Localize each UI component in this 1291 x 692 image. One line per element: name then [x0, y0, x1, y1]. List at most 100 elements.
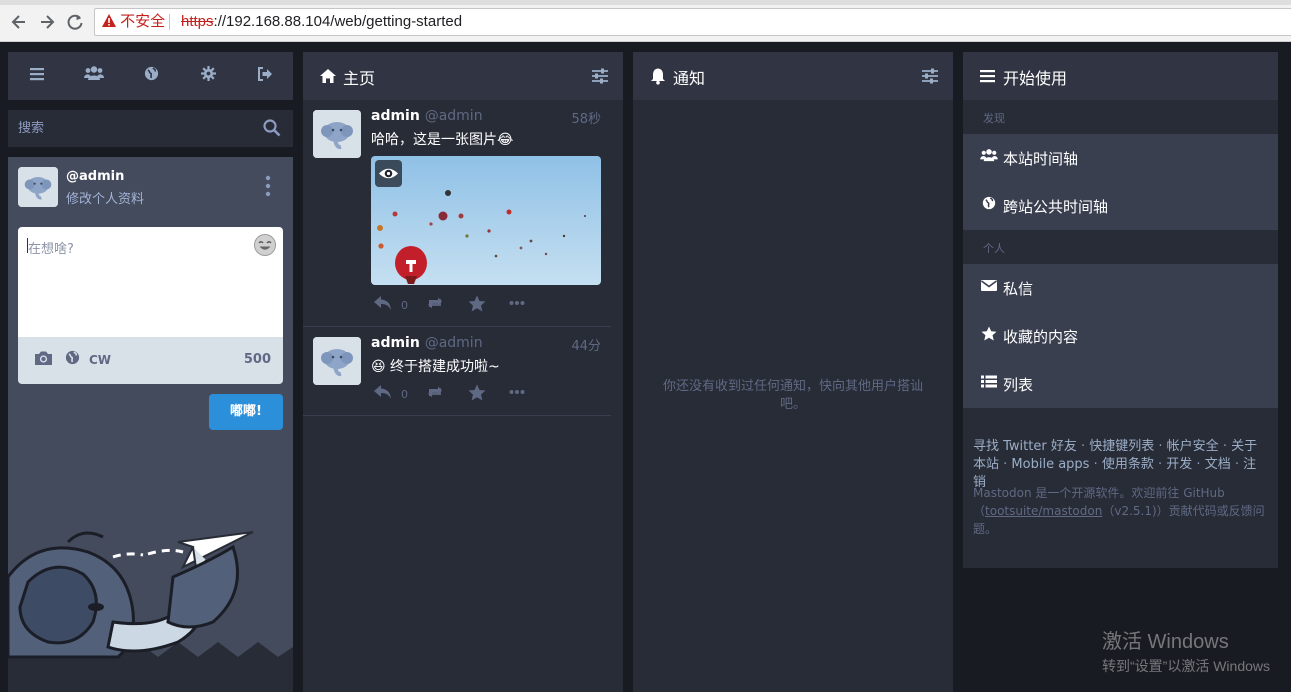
- reply-button[interactable]: 0: [373, 384, 408, 404]
- account-handle[interactable]: @admin: [66, 169, 124, 184]
- federated-timeline-link[interactable]: 跨站公共时间轴: [963, 182, 1278, 230]
- compose-toolbar: CW 500: [18, 337, 283, 384]
- avatar[interactable]: [18, 167, 58, 207]
- current-account: @admin 修改个人资料: [18, 167, 283, 209]
- forward-button[interactable]: [36, 11, 58, 33]
- notifications-header[interactable]: 通知: [633, 52, 953, 100]
- avatar[interactable]: [313, 337, 361, 385]
- home-icon: [320, 69, 336, 83]
- local-timeline-label: 本站时间轴: [1003, 150, 1079, 168]
- camera-icon[interactable]: [33, 350, 53, 370]
- account-security-link[interactable]: 帐户安全: [1167, 439, 1219, 454]
- ellipsis-icon: [509, 390, 525, 394]
- retweet-icon: [428, 386, 442, 398]
- section-personal-label: 个人: [983, 242, 1005, 255]
- status-time[interactable]: 44分: [571, 335, 601, 354]
- status-actions: 0: [371, 295, 611, 315]
- section-discover-label: 发现: [983, 112, 1005, 125]
- section-discover: 发现: [963, 100, 1278, 134]
- tab-strip: [0, 0, 1291, 5]
- globe-icon[interactable]: [62, 350, 82, 370]
- url-scheme: https: [181, 13, 214, 30]
- content-warning-button[interactable]: CW: [89, 353, 111, 367]
- docs-link[interactable]: 文档: [1205, 457, 1231, 472]
- lists-label: 列表: [1003, 376, 1034, 394]
- reply-count: 0: [401, 388, 408, 401]
- compose-placeholder: 在想啥?: [28, 242, 74, 257]
- status-item[interactable]: admin @admin 44分 😆 终于搭建成功啦~ 0: [303, 327, 611, 416]
- section-personal: 个人: [963, 230, 1278, 264]
- getting-started-header: 开始使用: [963, 52, 1278, 100]
- search-input[interactable]: [8, 110, 258, 147]
- back-button[interactable]: [8, 11, 30, 33]
- sign-out-icon[interactable]: [253, 65, 277, 87]
- github-repo-link[interactable]: tootsuite/mastodon: [985, 504, 1102, 518]
- display-name: admin: [371, 335, 420, 351]
- hide-media-icon[interactable]: [375, 160, 402, 187]
- status-item[interactable]: admin @admin 58秒 哈哈，这是一张图片😂 0: [303, 100, 611, 327]
- direct-messages-link[interactable]: 私信: [963, 264, 1278, 312]
- search-icon[interactable]: [262, 118, 282, 138]
- boost-button[interactable]: [425, 384, 445, 404]
- users-icon[interactable]: [82, 65, 106, 87]
- arrow-left-icon: [11, 15, 25, 29]
- edit-profile-link[interactable]: 修改个人资料: [66, 188, 144, 207]
- users-icon: [979, 148, 999, 168]
- favourite-button[interactable]: [468, 295, 486, 315]
- url-host: ://192.168.88.104/web/getting-started: [213, 13, 463, 30]
- status-author[interactable]: admin @admin: [371, 335, 483, 351]
- character-counter: 500: [243, 352, 271, 367]
- column-settings-icon[interactable]: [591, 67, 609, 85]
- home-header[interactable]: 主页: [303, 52, 623, 100]
- reply-button[interactable]: 0: [373, 295, 408, 315]
- warning-triangle-icon: [102, 14, 116, 27]
- local-timeline-link[interactable]: 本站时间轴: [963, 134, 1278, 182]
- globe-icon[interactable]: [139, 65, 163, 87]
- status-time[interactable]: 58秒: [571, 108, 601, 127]
- direct-messages-label: 私信: [1003, 280, 1034, 298]
- browser-chrome: 不安全 https://192.168.88.104/web/getting-s…: [0, 0, 1291, 42]
- hamburger-icon: [980, 70, 995, 83]
- developers-link[interactable]: 开发: [1166, 457, 1192, 472]
- favourites-link[interactable]: 收藏的内容: [963, 312, 1278, 360]
- mastodon-page: @admin 修改个人资料 在想啥? CW 500: [0, 42, 1291, 692]
- hotkeys-link[interactable]: 快捷键列表: [1089, 439, 1154, 454]
- notifications-title: 通知: [673, 69, 706, 88]
- favourite-button[interactable]: [468, 384, 486, 404]
- terms-link[interactable]: 使用条款: [1102, 457, 1154, 472]
- column-settings-icon[interactable]: [921, 67, 939, 85]
- toot-button[interactable]: 嘟嘟!: [209, 394, 283, 430]
- star-icon: [979, 326, 999, 346]
- status-author[interactable]: admin @admin: [371, 108, 483, 124]
- username: @admin: [424, 108, 483, 124]
- mobile-apps-link[interactable]: Mobile apps: [1011, 457, 1089, 472]
- hamburger-icon[interactable]: [25, 65, 49, 87]
- status-content: 😆 终于搭建成功啦~: [371, 359, 500, 375]
- more-actions-button[interactable]: [509, 295, 525, 315]
- find-twitter-friends-link[interactable]: 寻找 Twitter 好友: [973, 439, 1077, 454]
- list-icon: [979, 374, 999, 394]
- security-warning[interactable]: 不安全: [102, 9, 165, 35]
- home-title: 主页: [343, 69, 376, 88]
- reply-count: 0: [401, 299, 408, 312]
- compose-column: @admin 修改个人资料 在想啥? CW 500: [8, 52, 293, 692]
- avatar[interactable]: [313, 110, 361, 158]
- media-attachment[interactable]: [371, 156, 601, 285]
- lists-link[interactable]: 列表: [963, 360, 1278, 408]
- balloons-photo: [371, 156, 601, 285]
- watermark-subtitle: 转到“设置”以激活 Windows: [1102, 658, 1271, 674]
- more-actions-button[interactable]: [509, 384, 525, 404]
- ellipsis-icon: [509, 301, 525, 305]
- reload-button[interactable]: [64, 11, 86, 33]
- boost-button[interactable]: [425, 295, 445, 315]
- status-content: 哈哈，这是一张图片😂: [371, 132, 514, 148]
- gear-icon[interactable]: [196, 65, 220, 87]
- address-bar[interactable]: 不安全 https://192.168.88.104/web/getting-s…: [94, 8, 1291, 36]
- emoji-picker-icon[interactable]: [253, 233, 277, 257]
- search-box: [8, 110, 293, 147]
- address-divider: [169, 14, 170, 30]
- reply-icon: [374, 296, 391, 310]
- more-options-icon[interactable]: [263, 175, 273, 199]
- compose-textarea[interactable]: 在想啥?: [18, 227, 283, 337]
- username: @admin: [424, 335, 483, 351]
